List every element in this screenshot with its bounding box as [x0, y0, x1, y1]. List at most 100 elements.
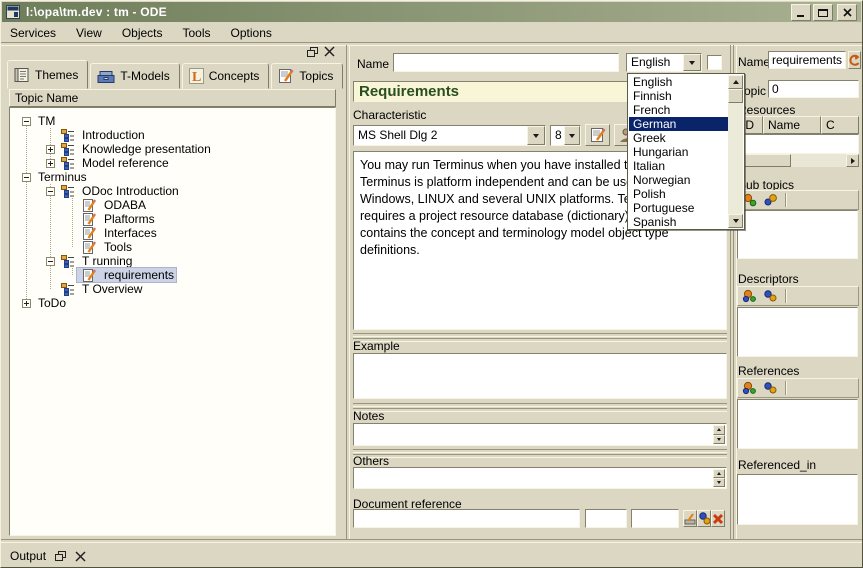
title-bar[interactable]: l:\opa\tm.dev : tm - ODE	[2, 2, 861, 22]
language-dropdown[interactable]: EnglishFinnishFrenchGermanGreekHungarian…	[627, 73, 745, 230]
tab-t-models[interactable]: T-Models	[90, 63, 179, 89]
menu-item-options[interactable]: Options	[231, 26, 272, 40]
tree-item-odoc-introduction[interactable]: ODoc Introduction	[10, 184, 335, 198]
add-link-button[interactable]	[740, 288, 758, 304]
details-name-input[interactable]	[768, 51, 846, 69]
font-size-arrow-icon[interactable]	[564, 126, 580, 145]
bottom-splitter[interactable]	[1, 539, 863, 543]
close-button[interactable]	[837, 4, 857, 21]
language-combo-arrow-icon[interactable]	[683, 54, 701, 71]
tree-item-t-overview[interactable]: T Overview	[10, 282, 335, 296]
tree-item-tools[interactable]: Tools	[10, 240, 335, 254]
font-combo[interactable]: MS Shell Dlg 2	[353, 125, 546, 146]
language-option-italian[interactable]: Italian	[629, 159, 728, 173]
hscroll-right-arrow-icon[interactable]	[846, 154, 859, 167]
docref-edit-button[interactable]	[683, 510, 697, 527]
tab-themes[interactable]: Themes	[7, 60, 88, 89]
tree-item-interfaces[interactable]: Interfaces	[10, 226, 335, 240]
assign-link-button[interactable]	[761, 288, 779, 304]
add-link-button[interactable]	[740, 380, 758, 396]
resources-hscrollbar[interactable]	[737, 154, 859, 167]
font-combo-arrow-icon[interactable]	[527, 126, 545, 145]
tree-item-requirements[interactable]: requirements	[10, 268, 335, 282]
language-option-german[interactable]: German	[629, 117, 728, 131]
expand-icon[interactable]	[22, 299, 31, 308]
language-option-spanish[interactable]: Spanish	[629, 215, 728, 228]
tree-item-todo[interactable]: ToDo	[10, 296, 335, 310]
output-float-icon[interactable]	[55, 551, 66, 561]
edit-text-button[interactable]	[585, 124, 610, 146]
dock-float-icon[interactable]	[307, 47, 318, 57]
tree-item-terminus[interactable]: Terminus	[10, 170, 335, 184]
tree-item-model-reference[interactable]: Model reference	[10, 156, 335, 170]
dock-close-icon[interactable]	[324, 46, 335, 57]
language-option-finnish[interactable]: Finnish	[629, 89, 728, 103]
docref-input-3[interactable]	[631, 509, 679, 528]
menu-item-objects[interactable]: Objects	[122, 26, 163, 40]
tree-item-t-running[interactable]: T running	[10, 254, 335, 268]
others-spinner[interactable]	[713, 469, 725, 487]
expand-icon[interactable]	[46, 159, 55, 168]
tree-item-tm[interactable]: TM	[10, 114, 335, 128]
language-option-french[interactable]: French	[629, 103, 728, 117]
descriptors-list[interactable]	[737, 307, 858, 357]
scroll-down-arrow-icon[interactable]	[728, 214, 743, 228]
collapse-icon[interactable]	[22, 173, 31, 182]
referenced-in-list[interactable]	[737, 474, 858, 525]
collapse-icon[interactable]	[46, 257, 55, 266]
minimize-button[interactable]	[791, 4, 811, 21]
tab-topics[interactable]: Topics	[271, 63, 343, 89]
details-topic-input[interactable]	[768, 80, 859, 98]
tree-item-introduction[interactable]: Introduction	[10, 128, 335, 142]
splitter-handle[interactable]	[353, 403, 727, 412]
output-close-icon[interactable]	[75, 551, 86, 562]
topic-tree[interactable]: TMIntroductionKnowledge presentationMode…	[9, 107, 336, 536]
notes-spinner[interactable]	[713, 425, 725, 444]
others-input[interactable]	[353, 467, 727, 489]
docref-delete-button[interactable]	[711, 510, 725, 527]
font-size-combo[interactable]: 8	[550, 125, 581, 146]
notes-input[interactable]	[353, 423, 727, 446]
left-splitter[interactable]	[346, 45, 350, 539]
assign-link-button[interactable]	[761, 192, 779, 208]
hscroll-thumb[interactable]	[737, 154, 791, 167]
tree-item-knowledge-presentation[interactable]: Knowledge presentation	[10, 142, 335, 156]
docref-link-button[interactable]	[697, 510, 711, 527]
maximize-button[interactable]	[813, 4, 833, 21]
language-checkbox[interactable]	[707, 55, 722, 70]
docref-input[interactable]	[353, 509, 580, 528]
resources-col-name[interactable]: Name	[763, 116, 821, 134]
menu-item-view[interactable]: View	[76, 26, 102, 40]
tab-concepts[interactable]: LConcepts	[182, 63, 270, 89]
language-combo[interactable]: English	[626, 53, 702, 72]
resources-table[interactable]: ID Name C	[737, 116, 859, 168]
collapse-icon[interactable]	[46, 187, 55, 196]
assign-link-button[interactable]	[761, 380, 779, 396]
language-option-polish[interactable]: Polish	[629, 187, 728, 201]
splitter-handle[interactable]	[353, 333, 727, 342]
tree-item-odaba[interactable]: ODABA	[10, 198, 335, 212]
details-name-undo-button[interactable]	[848, 51, 861, 69]
sub-topics-list[interactable]	[737, 210, 858, 259]
references-list[interactable]	[737, 399, 858, 449]
name-input[interactable]	[393, 53, 619, 72]
dropdown-scrollbar[interactable]	[728, 75, 743, 228]
language-option-english[interactable]: English	[629, 75, 728, 89]
resources-table-body[interactable]	[737, 134, 859, 154]
docref-input-2[interactable]	[585, 509, 627, 528]
scroll-thumb[interactable]	[728, 89, 743, 103]
example-textarea[interactable]	[353, 353, 727, 399]
collapse-icon[interactable]	[22, 117, 31, 126]
scroll-up-arrow-icon[interactable]	[728, 75, 743, 89]
menu-item-tools[interactable]: Tools	[183, 26, 211, 40]
tree-column-header[interactable]: Topic Name	[9, 89, 336, 107]
language-option-portuguese[interactable]: Portuguese	[629, 201, 728, 215]
menu-item-services[interactable]: Services	[10, 26, 56, 40]
splitter-handle[interactable]	[353, 449, 727, 458]
expand-icon[interactable]	[46, 145, 55, 154]
language-option-norwegian[interactable]: Norwegian	[629, 173, 728, 187]
language-option-hungarian[interactable]: Hungarian	[629, 145, 728, 159]
tree-item-plaftorms[interactable]: Plaftorms	[10, 212, 335, 226]
resources-col-c[interactable]: C	[821, 116, 859, 134]
language-option-greek[interactable]: Greek	[629, 131, 728, 145]
